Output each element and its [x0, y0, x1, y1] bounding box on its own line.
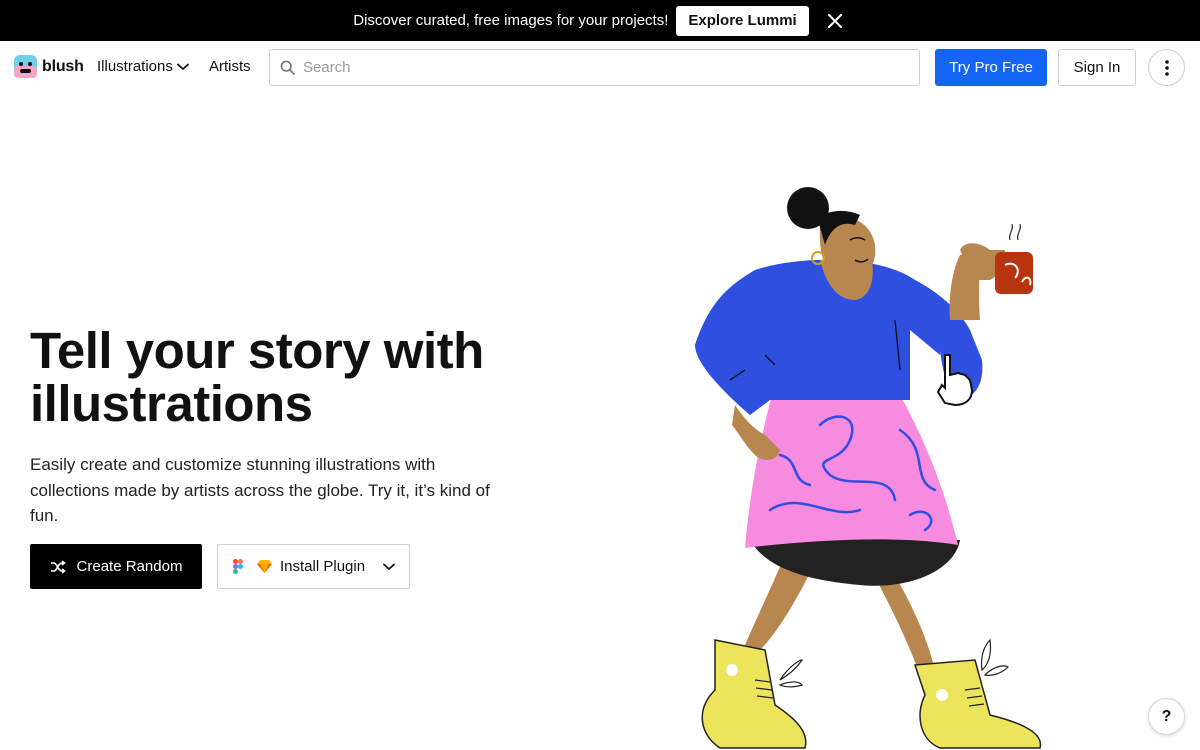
hero-subtitle: Easily create and customize stunning ill… [30, 455, 490, 525]
shirt [695, 259, 945, 415]
skirt [745, 395, 958, 548]
search-input[interactable] [303, 59, 893, 76]
chevron-down-icon[interactable] [383, 563, 395, 571]
brand-name: blush [42, 57, 84, 75]
right-boot [913, 659, 1042, 749]
vertical-dots-icon [1164, 59, 1169, 76]
mug [995, 252, 1033, 294]
search-icon [280, 60, 295, 75]
chevron-down-icon [176, 63, 189, 70]
install-plugin-button[interactable]: Install Plugin [217, 544, 410, 589]
brand-logo[interactable]: blush [14, 55, 84, 78]
hero-illustration [695, 187, 1042, 749]
promo-text: Discover curated, free images for your p… [353, 12, 669, 29]
left-boot [701, 639, 807, 749]
try-pro-free-button[interactable]: Try Pro Free [935, 49, 1047, 86]
sketch-icon [257, 560, 272, 573]
promo-banner: Discover curated, free images for your p… [0, 0, 1200, 41]
hero-title: Tell your story with illustrations [30, 322, 484, 432]
close-icon[interactable] [823, 9, 847, 33]
shuffle-icon [50, 559, 66, 574]
figma-icon [233, 559, 243, 574]
nav-illustrations[interactable]: Illustrations [97, 58, 189, 75]
nav-illustrations-label: Illustrations [97, 58, 173, 75]
nav-artists[interactable]: Artists [209, 58, 251, 75]
top-header: blush Illustrations Artists Try Pro Free… [0, 41, 1200, 93]
search-bar[interactable] [269, 49, 920, 86]
help-button[interactable]: ? [1148, 698, 1185, 735]
blush-logo-icon [14, 55, 37, 78]
more-options-button[interactable] [1148, 49, 1185, 86]
install-plugin-label: Install Plugin [280, 558, 366, 575]
create-random-button[interactable]: Create Random [30, 544, 202, 589]
sign-in-button[interactable]: Sign In [1058, 49, 1136, 86]
create-random-label: Create Random [76, 558, 183, 575]
explore-lummi-button[interactable]: Explore Lummi [676, 5, 809, 36]
